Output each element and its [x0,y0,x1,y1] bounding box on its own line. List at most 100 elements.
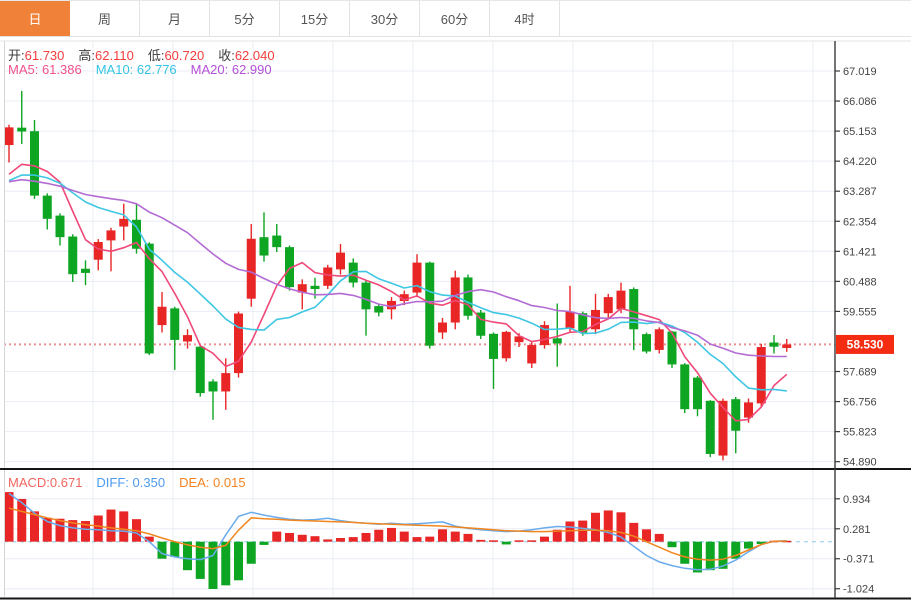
candle-body [770,342,779,346]
candle-body [119,219,128,227]
macd-hist-bar [655,534,664,542]
price-tick-label: 55.823 [843,427,877,439]
macd-tick-label: -0.371 [843,554,874,566]
macd-hist-bar [170,542,179,557]
macd-hist-bar [247,542,256,564]
candle-body [527,345,536,363]
macd-hist-bar [578,521,587,542]
candle-body [311,286,320,289]
macd-hist-bar [56,519,65,542]
price-tick-label: 67.019 [843,66,877,78]
candle-body [719,401,728,456]
candle-body [489,334,498,359]
price-tick-label: 64.220 [843,156,877,168]
macd-hist-bar [489,540,498,542]
candle-body [782,344,791,348]
candle-body [553,338,562,343]
candlestick-chart[interactable]: 67.019 66.086 65.153 64.220 63.287 62.354 61.4… [0,0,911,601]
candle-body [5,127,14,145]
candle-body [693,378,702,410]
price-tick-label: 57.689 [843,367,877,379]
candle-body [604,297,613,313]
price-tick-label: 63.287 [843,186,877,198]
candle-body [731,399,740,431]
macd-hist-bar [502,542,511,545]
price-tick-label: 61.421 [843,246,877,258]
macd-hist-bar [566,521,575,541]
candle-body [323,267,332,285]
macd-hist-bar [591,513,600,542]
candle-body [145,244,154,354]
macd-hist-bar [374,530,383,542]
candle-body [464,277,473,315]
candle-body [196,347,205,393]
current-price-badge-label: 58.530 [847,337,884,351]
macd-hist-bar [119,511,128,541]
candle-body [272,236,281,248]
macd-hist-bar [629,523,638,542]
price-tick-label: 60.488 [843,276,877,288]
candle-body [413,263,422,293]
candle-body [502,332,511,358]
price-tick-label: 59.555 [843,306,877,318]
macd-hist-bar [706,542,715,570]
price-tick-label: 66.086 [843,96,877,108]
macd-tick-label: 0.281 [843,524,871,536]
macd-hist-bar [425,537,434,542]
macd-hist-bar [451,532,460,542]
macd-hist-bar [260,542,269,545]
candle-body [617,291,626,310]
macd-hist-bar [362,533,371,542]
ma5-line [9,164,787,421]
macd-tick-label: -1.024 [843,584,874,596]
candle-body [107,230,116,240]
price-tick-label: 65.153 [843,126,877,138]
macd-hist-bar [272,532,281,542]
candle-body [68,237,77,275]
candle-body [387,301,396,309]
macd-hist-bar [323,539,332,541]
candle-body [247,239,256,299]
macd-hist-bar [349,537,358,542]
macd-hist-bar [604,510,613,541]
macd-hist-bar [387,528,396,542]
candle-body [680,364,689,409]
macd-hist-bar [94,516,103,542]
candle-body [30,131,39,195]
macd-hist-bar [298,535,307,542]
candle-body [362,283,371,310]
candle-body [17,128,26,132]
macd-hist-bar [540,537,549,542]
candle-body [374,306,383,312]
candle-body [170,308,179,340]
candle-body [81,269,90,273]
macd-hist-bar [311,536,320,542]
candle-body [336,253,345,270]
macd-hist-bar [5,492,14,542]
macd-hist-bar [476,540,485,542]
macd-hist-bar [400,532,409,542]
candle-body [438,323,447,333]
macd-hist-bar [438,529,447,541]
macd-tick-label: 0.934 [843,494,871,506]
price-tick-label: 56.756 [843,397,877,409]
macd-hist-bar [413,537,422,542]
macd-hist-bar [680,542,689,564]
candle-body [668,332,677,365]
macd-hist-bar [515,540,524,542]
candle-body [260,237,269,255]
candle-body [566,312,575,329]
candle-body [56,216,65,238]
price-tick-label: 62.354 [843,216,877,228]
macd-hist-bar [285,533,294,542]
macd-hist-bar [234,542,243,581]
macd-hist-bar [668,542,677,548]
candle-body [43,196,52,219]
price-tick-label: 54.890 [843,457,877,469]
macd-hist-bar [221,542,230,586]
macd-hist-bar [336,538,345,542]
candle-body [94,242,103,260]
macd-hist-bar [527,540,536,542]
macd-hist-bar [107,510,116,542]
macd-hist-bar [693,542,702,573]
